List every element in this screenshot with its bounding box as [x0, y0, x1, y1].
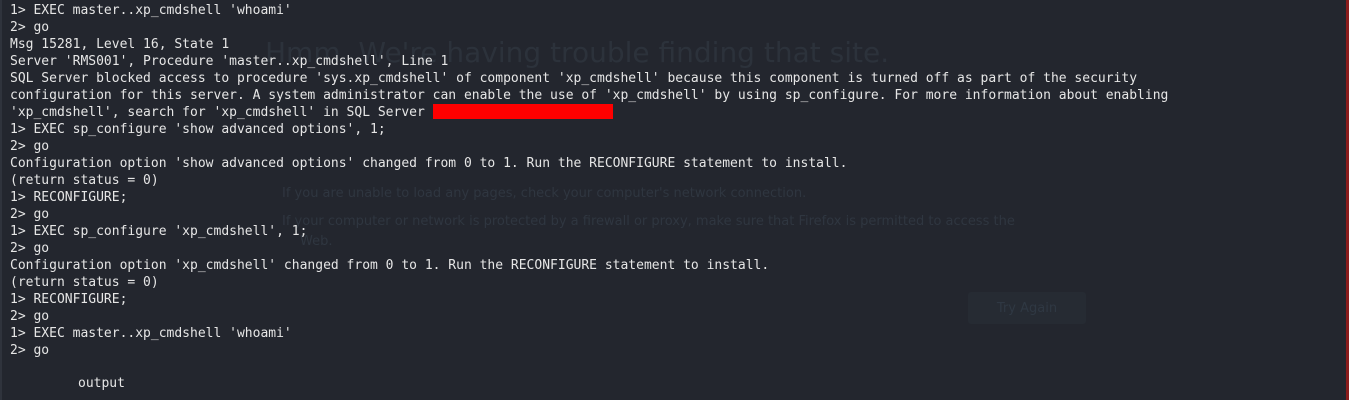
terminal-line: 1> EXEC master..xp_cmdshell 'whoami'	[10, 3, 292, 18]
terminal-line: Configuration option 'xp_cmdshell' chang…	[10, 258, 770, 273]
terminal-line: SQL Server blocked access to procedure '…	[10, 71, 1138, 86]
terminal-line: 1> EXEC sp_configure 'xp_cmdshell', 1;	[10, 224, 308, 239]
terminal-line: 2> go	[10, 241, 50, 256]
terminal-line: 1> RECONFIGURE;	[10, 292, 128, 307]
terminal-line: 1> RECONFIGURE;	[10, 190, 128, 205]
terminal-line: 2> go	[10, 20, 50, 35]
terminal-output[interactable]: 1> EXEC master..xp_cmdshell 'whoami' 2> …	[10, 2, 1337, 359]
window-left-edge	[0, 0, 2, 400]
terminal-line-redacted: 'xp_cmdshell', search for 'xp_cmdshell' …	[10, 104, 1337, 121]
terminal-line: (return status = 0)	[10, 275, 159, 290]
terminal-line: (return status = 0)	[10, 173, 159, 188]
terminal-line: 1> EXEC sp_configure 'show advanced opti…	[10, 122, 386, 137]
terminal-line: 2> go	[10, 207, 50, 222]
terminal-line: Configuration option 'show advanced opti…	[10, 156, 848, 171]
terminal-line: Msg 15281, Level 16, State 1	[10, 37, 230, 52]
terminal-line: 2> go	[10, 309, 50, 324]
terminal-line: 2> go	[10, 139, 50, 154]
terminal-line: Server 'RMS001', Procedure 'master..xp_c…	[10, 54, 449, 69]
redaction-box	[432, 104, 613, 119]
terminal-line-text: 'xp_cmdshell', search for 'xp_cmdshell' …	[10, 105, 433, 120]
output-column-header: output	[78, 376, 125, 391]
terminal-line: 2> go	[10, 343, 50, 358]
terminal-line: 1> EXEC master..xp_cmdshell 'whoami'	[10, 326, 292, 341]
terminal-line: configuration for this server. A system …	[10, 88, 1169, 103]
